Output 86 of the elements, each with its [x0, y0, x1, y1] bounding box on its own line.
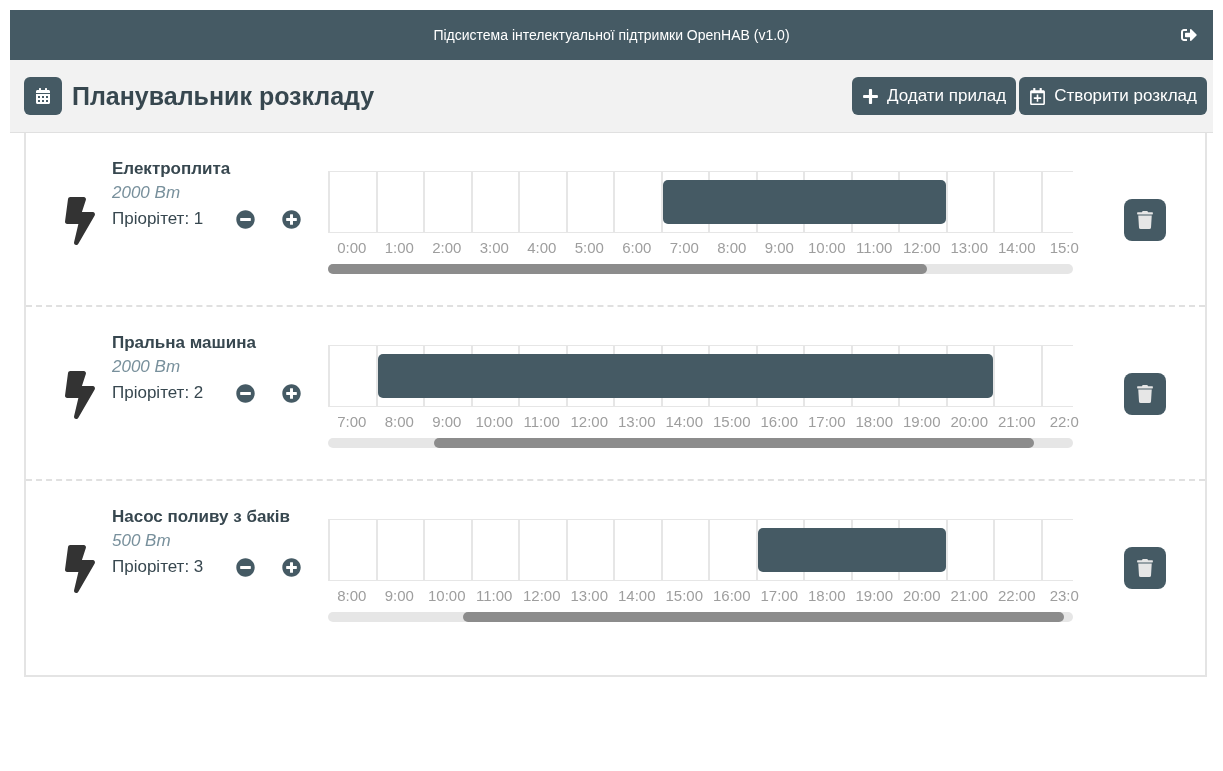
schedule-block[interactable]: [377, 354, 423, 398]
schedule-block[interactable]: [662, 180, 708, 224]
hour-label: 10:00: [806, 239, 847, 256]
add-device-button[interactable]: Додати прилад: [852, 77, 1017, 115]
delete-button[interactable]: [1124, 547, 1166, 589]
trash-icon: [1136, 211, 1154, 229]
hour-label: 19:00: [901, 413, 942, 430]
scrollbar-track[interactable]: [328, 264, 1073, 274]
hour-label: 13:00: [569, 587, 609, 604]
scrollbar-track[interactable]: [328, 438, 1073, 448]
decrease-priority-button[interactable]: [236, 557, 255, 577]
hour-label: 9:00: [763, 239, 795, 256]
create-schedule-button[interactable]: Створити розклад: [1019, 77, 1207, 115]
hour-label: 22:00: [996, 587, 1037, 604]
scrollbar-track[interactable]: [328, 612, 1073, 622]
hour-label: 14:00: [664, 413, 704, 430]
decrease-priority-button[interactable]: [236, 383, 255, 403]
hour-label: 13:00: [949, 239, 989, 256]
hour-label: 11:00: [522, 413, 561, 430]
device-priority: Пріорітет: 1: [112, 209, 205, 229]
device-priority: Пріорітет: 2: [112, 383, 205, 403]
hour-label: 10:00: [426, 587, 467, 604]
hour-label: 21:00: [996, 413, 1037, 430]
hour-label: 14:00: [996, 239, 1037, 256]
device-power: 2000 Вт: [112, 183, 182, 203]
calendar-icon: [24, 77, 62, 115]
scrollbar-thumb[interactable]: [433, 438, 1035, 448]
hour-label: 0:00: [336, 239, 368, 256]
hour-label: 15:0: [1048, 239, 1080, 256]
hour-label: 20:00: [901, 587, 942, 604]
hour-label: 9:00: [383, 587, 415, 604]
scrollbar-thumb[interactable]: [328, 264, 927, 274]
hour-label: 16:00: [711, 587, 752, 604]
hour-label: 3:00: [478, 239, 510, 256]
hour-label: 12:00: [569, 413, 609, 430]
calendar-plus-icon: [1029, 87, 1047, 105]
device-power: 500 Вт: [112, 531, 172, 551]
hour-label: 9:00: [431, 413, 463, 430]
hour-label: 20:00: [949, 413, 989, 430]
trash-icon: [1136, 385, 1154, 403]
increase-priority-button[interactable]: [282, 383, 301, 403]
hour-label: 16:00: [759, 413, 799, 430]
page-title: Планувальник розкладу: [72, 81, 376, 111]
delete-button[interactable]: [1124, 199, 1166, 241]
hour-label: 6:00: [621, 239, 653, 256]
device-name: Електроплита: [112, 159, 232, 179]
hour-label: 11:00: [855, 239, 894, 256]
hour-label: 7:00: [336, 413, 368, 430]
hour-label: 17:00: [759, 587, 799, 604]
hour-label: 23:0: [1048, 587, 1080, 604]
plus-icon: [862, 87, 879, 105]
hour-label: 22:0: [1048, 413, 1080, 430]
increase-priority-button[interactable]: [282, 557, 301, 577]
scrollbar-thumb[interactable]: [462, 612, 1065, 622]
logout-icon[interactable]: [1181, 27, 1197, 43]
hour-label: 12:00: [521, 587, 562, 604]
hour-label: 18:00: [854, 413, 894, 430]
hour-label: 13:00: [616, 413, 657, 430]
hour-label: 8:00: [383, 413, 415, 430]
hour-label: 7:00: [668, 239, 700, 256]
hour-label: 17:00: [806, 413, 847, 430]
device-power: 2000 Вт: [112, 357, 182, 377]
hour-label: 15:00: [711, 413, 752, 430]
device-name: Пральна машина: [112, 333, 257, 353]
hour-label: 1:00: [383, 239, 415, 256]
hour-label: 5:00: [573, 239, 605, 256]
trash-icon: [1136, 559, 1154, 577]
hour-label: 8:00: [336, 587, 368, 604]
hour-label: 12:00: [901, 239, 942, 256]
hour-label: 14:00: [616, 587, 657, 604]
decrease-priority-button[interactable]: [236, 209, 255, 229]
increase-priority-button[interactable]: [282, 209, 301, 229]
hour-label: 18:00: [806, 587, 847, 604]
hour-label: 15:00: [664, 587, 704, 604]
hour-label: 2:00: [431, 239, 463, 256]
hour-label: 10:00: [474, 413, 514, 430]
device-name: Насос поливу з баків: [112, 507, 292, 527]
app-title: Підсистема інтелектуальної підтримки OpenHAB (v1.0): [433, 27, 790, 43]
hour-label: 8:00: [716, 239, 748, 256]
hour-label: 19:00: [854, 587, 894, 604]
hour-label: 4:00: [526, 239, 558, 256]
device-priority: Пріорітет: 3: [112, 557, 205, 577]
hour-label: 21:00: [949, 587, 989, 604]
schedule-block[interactable]: [757, 528, 803, 572]
hour-label: 11:00: [475, 587, 514, 604]
delete-button[interactable]: [1124, 373, 1166, 415]
